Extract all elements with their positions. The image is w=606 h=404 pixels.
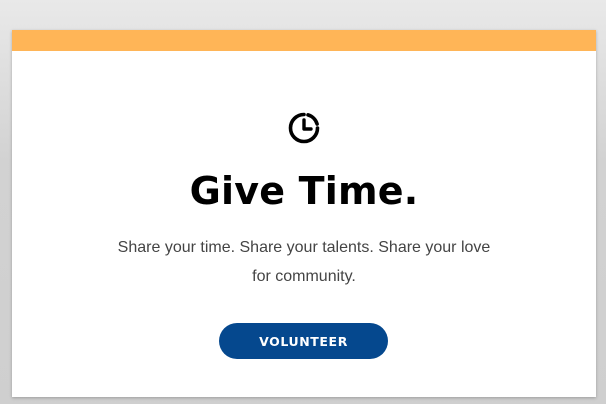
volunteer-button[interactable]: VOLUNTEER [219, 323, 388, 359]
page-background: Give Time. Share your time. Share your t… [0, 0, 606, 404]
clock-icon [288, 112, 320, 144]
give-time-card: Give Time. Share your time. Share your t… [12, 30, 596, 397]
card-heading: Give Time. [189, 169, 419, 213]
card-description: Share your time. Share your talents. Sha… [117, 239, 491, 285]
card-accent-bar [12, 30, 596, 51]
